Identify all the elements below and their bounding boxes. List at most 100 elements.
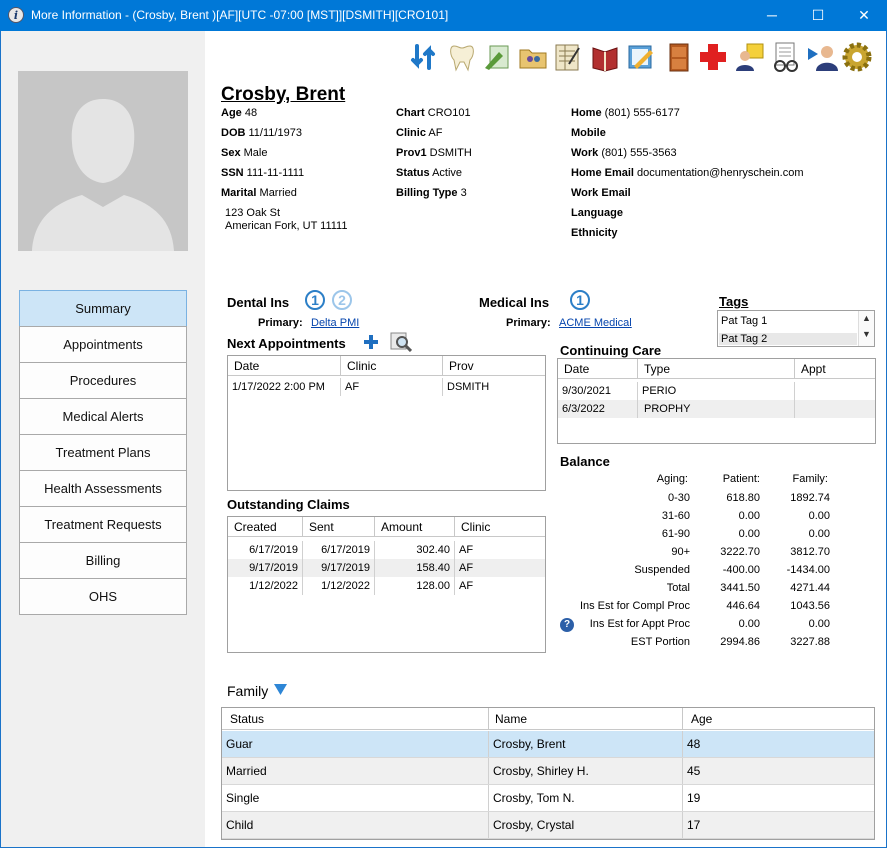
family-grid: Status Name Age Guar Crosby, Brent 48 Marri… [221,707,875,840]
table-row[interactable]: Child Crosby, Crystal 17 [222,812,874,839]
column-header-prov[interactable]: Prov [443,356,546,376]
patient-field-label: DOB [221,127,246,139]
table-row[interactable]: Married Crosby, Shirley H. 45 [222,758,874,785]
nav-item-appointments[interactable]: Appointments [19,326,187,363]
column-header-amount[interactable]: Amount [375,517,455,537]
family-cell: 45 [687,764,701,778]
table-row[interactable]: 1/17/2022 2:00 PM AF DSMITH [228,378,545,396]
column-header-type[interactable]: Type [638,359,795,379]
table-row[interactable]: Guar Crosby, Brent 48 [222,731,874,758]
patient-field-label: Marital [221,187,257,199]
balance-label: Suspended [634,564,690,576]
tag-item[interactable]: Pat Tag 2 [719,333,857,345]
table-row[interactable]: Single Crosby, Tom N. 19 [222,785,874,812]
nav-item-medical-alerts[interactable]: Medical Alerts [19,398,187,435]
table-row[interactable]: 6/17/2019 6/17/2019 302.40 AF [228,541,545,559]
care-date: 9/30/2021 [558,382,638,400]
search-appointment-icon[interactable] [390,332,412,352]
medical-ins-title: Medical Ins [479,295,550,310]
tooth-icon[interactable] [445,40,479,74]
table-row[interactable]: 9/30/2021 PERIO [558,382,875,400]
balance-label: 31-60 [661,510,690,522]
medical-ins-1-button[interactable]: 1 [570,290,590,310]
claim-cell: 1/12/2022 [303,577,375,595]
book-icon[interactable] [588,40,622,74]
outstanding-claims-title: Outstanding Claims [227,497,350,512]
table-row[interactable]: 9/17/2019 9/17/2019 158.40 AF [228,559,545,577]
minimize-button[interactable]: ─ [749,0,795,31]
chevron-down-icon[interactable]: ▼ [859,329,874,339]
nav-item-summary[interactable]: Summary [19,290,187,327]
chart-field-value: Active [429,167,463,179]
person-note-icon[interactable] [733,40,767,74]
column-header-age[interactable]: Age [683,708,874,730]
column-header-status[interactable]: Status [222,708,489,730]
patient-field-label: Sex [221,147,241,159]
add-appointment-icon[interactable] [363,334,379,350]
gear-icon[interactable] [840,40,874,74]
chevron-up-icon[interactable]: ▲ [859,313,874,323]
claim-cell: AF [459,580,474,592]
column-header-clinic[interactable]: Clinic [455,517,545,537]
dental-primary-link[interactable]: Delta PMI [311,317,359,329]
column-header-clinic[interactable]: Clinic [341,356,443,376]
nav-item-procedures[interactable]: Procedures [19,362,187,399]
tags-scrollbar[interactable]: ▲ ▼ [858,311,874,346]
family-cell: Crosby, Brent [489,731,683,757]
care-appt [795,400,875,418]
column-header-date[interactable]: Date [228,356,341,376]
table-row[interactable]: 6/3/2022 PROPHY [558,400,875,418]
family-cell: Guar [222,731,489,757]
family-cell: Crosby, Shirley H. [489,758,683,784]
medical-primary-label: Primary: [506,317,551,329]
close-button[interactable]: ✕ [841,0,887,31]
cabinet-icon[interactable] [662,40,696,74]
edit-form-icon[interactable] [481,40,515,74]
balance-patient-value: 0.00 [738,510,760,522]
column-header-appt[interactable]: Appt [795,359,875,379]
claim-cell: 158.40 [375,559,455,577]
dental-ins-title: Dental Ins [227,295,290,310]
medical-primary-link[interactable]: ACME Medical [559,317,632,329]
appointment-clinic: AF [341,378,443,396]
column-header-created[interactable]: Created [228,517,303,537]
claim-cell: 6/17/2019 [303,541,375,559]
patient-field-value: 111-11-1111 [243,167,305,179]
refresh-icon[interactable] [407,40,441,74]
tag-item[interactable]: Pat Tag 1 [721,315,767,327]
dental-ins-1-button[interactable]: 1 [305,290,325,310]
column-header-date[interactable]: Date [558,359,638,379]
tags-list[interactable]: Pat Tag 1 Pat Tag 2 ▲ ▼ [717,310,875,347]
play-person-icon[interactable] [805,40,839,74]
help-icon[interactable]: ? [560,618,574,632]
column-header-sent[interactable]: Sent [303,517,375,537]
folder-people-icon[interactable] [516,40,550,74]
maximize-button[interactable]: ☐ [795,0,841,31]
patient-field-label: SSN [221,167,244,179]
care-date: 6/3/2022 [558,400,638,418]
patient-field-value: 48 [241,107,258,119]
table-row[interactable]: 1/12/2022 1/12/2022 128.00 AF [228,577,545,595]
dental-ins-2-button[interactable]: 2 [332,290,352,310]
balance-patient-value: 3441.50 [720,582,760,594]
patient-field-label: Age [221,107,242,119]
filter-icon[interactable] [274,684,287,696]
notebook-pencil-icon[interactable] [624,40,658,74]
nav-item-treatment-requests[interactable]: Treatment Requests [19,506,187,543]
ledger-icon[interactable] [551,40,585,74]
column-header-name[interactable]: Name [489,708,683,730]
nav-item-treatment-plans[interactable]: Treatment Plans [19,434,187,471]
glasses-doc-icon[interactable] [769,40,803,74]
patient-field-value: 11/11/1973 [245,127,302,139]
nav-item-health-assessments[interactable]: Health Assessments [19,470,187,507]
contact-field-value: (801) 555-3563 [598,147,677,159]
medical-cross-icon[interactable] [696,40,730,74]
contact-field-label: Home Email [571,167,634,179]
contact-field-label: Ethnicity [571,227,618,239]
dental-primary-label: Primary: [258,317,303,329]
balance-family-value: 0.00 [808,528,830,540]
balance-patient-value: 0.00 [738,618,760,630]
chart-field-label: Billing Type [396,187,458,199]
nav-item-ohs[interactable]: OHS [19,578,187,615]
nav-item-billing[interactable]: Billing [19,542,187,579]
